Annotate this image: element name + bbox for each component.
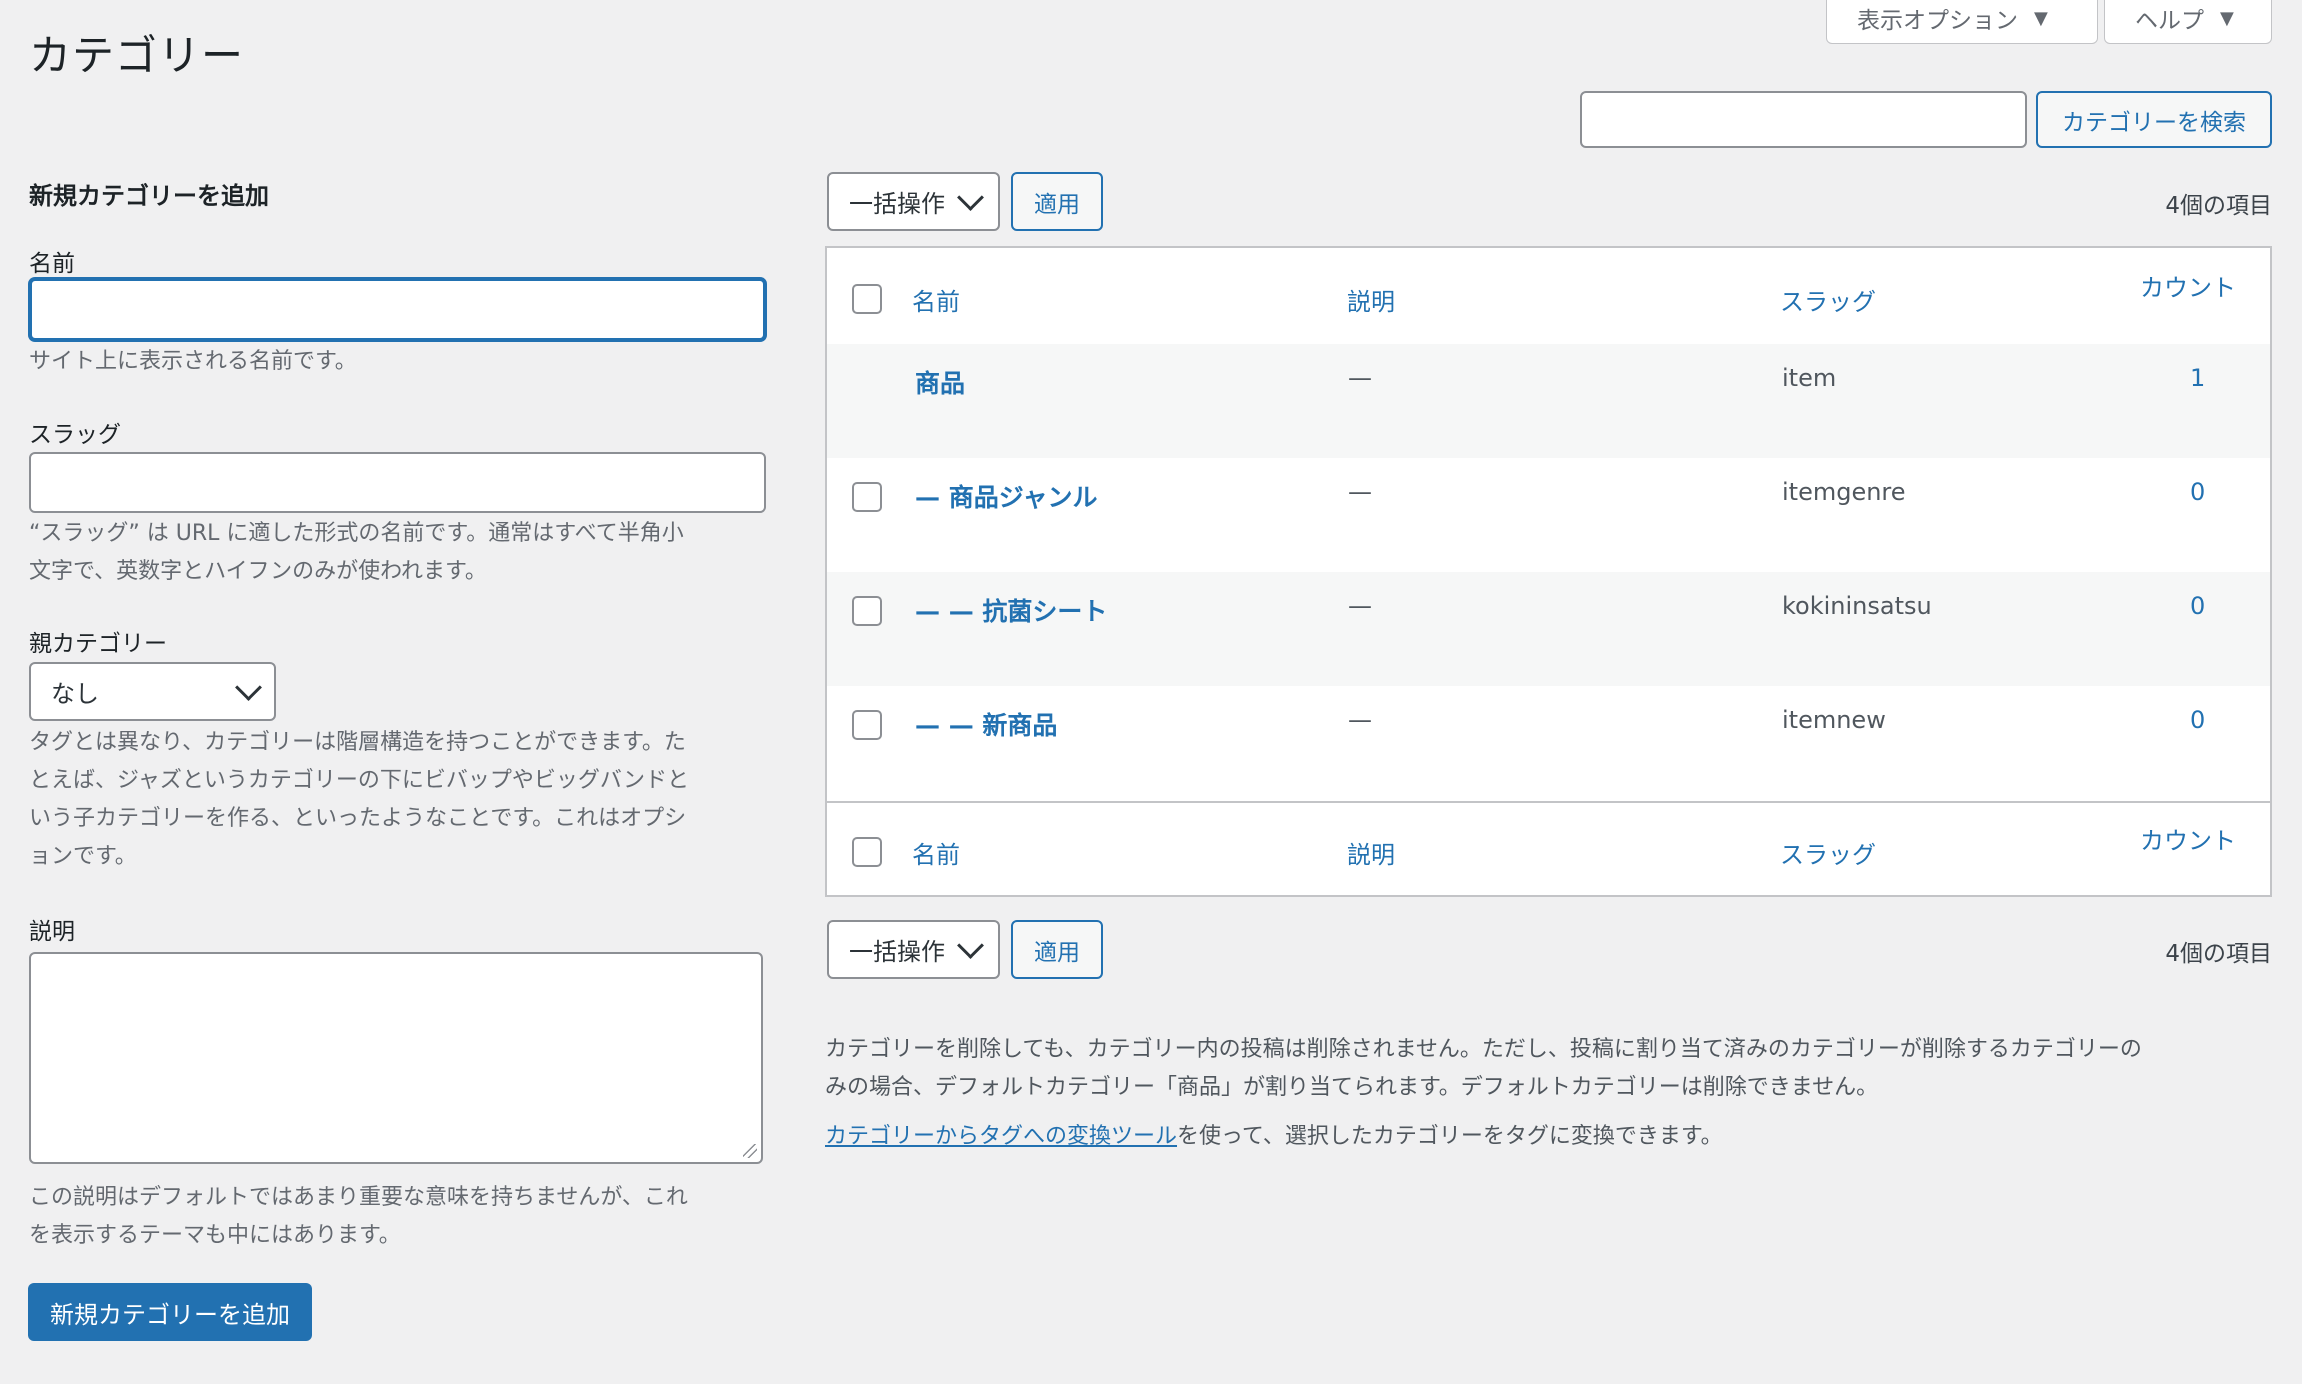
- column-name-sort[interactable]: 名前: [912, 835, 960, 870]
- column-description-sort[interactable]: 説明: [1347, 282, 1395, 317]
- parent-category-selected: なし: [51, 680, 99, 708]
- table-row: — — 抗菌シート — kokininsatsu 0: [827, 572, 2270, 686]
- category-name-input[interactable]: [29, 278, 766, 341]
- category-description: —: [1348, 706, 1372, 734]
- bulk-action-selected: 一括操作: [849, 190, 945, 218]
- table-header: 名前 説明 スラッグ カウント: [827, 248, 2270, 346]
- slug-help-line: “スラッグ” は URL に適した形式の名前です。通常はすべて半角小: [29, 521, 684, 546]
- table-row: — 商品ジャンル — itemgenre 0: [827, 458, 2270, 572]
- slug-label: スラッグ: [29, 422, 121, 448]
- delete-note: カテゴリーを削除しても、カテゴリー内の投稿は削除されません。ただし、投稿に割り当…: [825, 1031, 2275, 1107]
- parent-help-line: とえば、ジャズというカテゴリーの下にビバップやビッグバンドと: [29, 768, 690, 793]
- category-description: —: [1348, 592, 1372, 620]
- parent-category-select[interactable]: なし: [29, 662, 276, 721]
- page-title: カテゴリー: [29, 31, 245, 80]
- description-help-line: この説明はデフォルトではあまり重要な意味を持ちませんが、これ: [29, 1185, 688, 1210]
- delete-note-line: カテゴリーを削除しても、カテゴリー内の投稿は削除されません。ただし、投稿に割り当…: [825, 1037, 2142, 1062]
- apply-button-top[interactable]: 適用: [1011, 172, 1103, 231]
- chevron-down-icon: [957, 184, 984, 211]
- converter-note: カテゴリーからタグへの変換ツールを使って、選択したカテゴリーをタグに変換できます…: [825, 1118, 2275, 1156]
- category-name-link[interactable]: — — 抗菌シート: [915, 592, 1107, 628]
- triangle-down-icon: ▼: [2034, 7, 2048, 29]
- name-label: 名前: [29, 251, 75, 277]
- category-tag-converter-link[interactable]: カテゴリーからタグへの変換ツール: [825, 1124, 1177, 1149]
- parent-category-label: 親カテゴリー: [29, 631, 167, 657]
- help-label: ヘルプ: [2135, 8, 2204, 34]
- description-help-text: この説明はデフォルトではあまり重要な意味を持ちませんが、これ を表示するテーマも…: [29, 1179, 769, 1255]
- slug-help-text: “スラッグ” は URL に適した形式の名前です。通常はすべて半角小 文字で、英…: [29, 515, 769, 591]
- converter-note-text: を使って、選択したカテゴリーをタグに変換できます。: [1177, 1124, 1723, 1149]
- resize-handle-icon[interactable]: [743, 1144, 757, 1158]
- row-checkbox[interactable]: [852, 710, 882, 740]
- items-count-top: 4個の項目: [2165, 193, 2272, 219]
- table-footer: 名前 説明 スラッグ カウント: [827, 801, 2270, 899]
- select-all-checkbox[interactable]: [852, 837, 882, 867]
- bulk-action-selected: 一括操作: [849, 938, 945, 966]
- table-row: 商品 — item 1: [827, 344, 2270, 458]
- delete-note-line: みの場合、デフォルトカテゴリー「商品」が割り当てられます。デフォルトカテゴリーは…: [825, 1075, 1879, 1100]
- items-count-bottom: 4個の項目: [2165, 941, 2272, 967]
- chevron-down-icon: [235, 674, 262, 701]
- parent-help-text: タグとは異なり、カテゴリーは階層構造を持つことができます。た とえば、ジャズとい…: [29, 724, 769, 876]
- select-all-checkbox[interactable]: [852, 284, 882, 314]
- category-count-link[interactable]: 0: [2190, 478, 2205, 506]
- screen-options-label: 表示オプション: [1857, 8, 2018, 34]
- category-slug: kokininsatsu: [1782, 592, 1932, 620]
- chevron-down-icon: [957, 932, 984, 959]
- column-name-sort[interactable]: 名前: [912, 282, 960, 317]
- categories-table: 名前 説明 スラッグ カウント 商品 — item 1 — 商品ジャンル — i…: [825, 246, 2272, 897]
- slug-help-line: 文字で、英数字とハイフンのみが使われます。: [29, 559, 487, 584]
- category-description: —: [1348, 364, 1372, 392]
- bulk-action-select-top[interactable]: 一括操作: [827, 172, 1000, 231]
- bulk-action-select-bottom[interactable]: 一括操作: [827, 920, 1000, 979]
- category-name-link[interactable]: 商品: [915, 364, 965, 400]
- category-name-link[interactable]: — 商品ジャンル: [915, 478, 1097, 514]
- description-label: 説明: [29, 919, 75, 945]
- column-count-sort[interactable]: カウント: [2140, 268, 2236, 303]
- triangle-down-icon: ▼: [2220, 7, 2234, 29]
- category-description: —: [1348, 478, 1372, 506]
- help-tab[interactable]: ヘルプ ▼: [2104, 0, 2272, 44]
- category-search-input[interactable]: [1580, 91, 2027, 148]
- category-name-link[interactable]: — — 新商品: [915, 706, 1057, 742]
- category-count-link[interactable]: 0: [2190, 706, 2205, 734]
- table-row: — — 新商品 — itemnew 0: [827, 686, 2270, 800]
- name-help-text: サイト上に表示される名前です。: [29, 349, 357, 374]
- screen-options-tab[interactable]: 表示オプション ▼: [1826, 0, 2098, 44]
- category-slug-input[interactable]: [29, 452, 766, 513]
- category-slug: itemgenre: [1782, 478, 1906, 506]
- category-count-link[interactable]: 1: [2190, 364, 2205, 392]
- description-help-line: を表示するテーマも中にはあります。: [29, 1223, 401, 1248]
- parent-help-line: タグとは異なり、カテゴリーは階層構造を持つことができます。た: [29, 730, 686, 755]
- column-count-sort[interactable]: カウント: [2140, 821, 2236, 856]
- category-slug: itemnew: [1782, 706, 1886, 734]
- apply-button-bottom[interactable]: 適用: [1011, 920, 1103, 979]
- search-categories-button[interactable]: カテゴリーを検索: [2036, 91, 2272, 148]
- column-slug-sort[interactable]: スラッグ: [1780, 835, 1876, 870]
- add-category-button[interactable]: 新規カテゴリーを追加: [28, 1283, 312, 1341]
- parent-help-line: ョンです。: [29, 844, 137, 869]
- category-description-textarea[interactable]: [29, 952, 763, 1164]
- add-category-heading: 新規カテゴリーを追加: [29, 182, 269, 210]
- category-count-link[interactable]: 0: [2190, 592, 2205, 620]
- column-slug-sort[interactable]: スラッグ: [1780, 282, 1876, 317]
- row-checkbox[interactable]: [852, 596, 882, 626]
- column-description-sort[interactable]: 説明: [1347, 835, 1395, 870]
- category-slug: item: [1782, 364, 1837, 392]
- row-checkbox[interactable]: [852, 482, 882, 512]
- parent-help-line: いう子カテゴリーを作る、といったようなことです。これはオプシ: [29, 806, 687, 831]
